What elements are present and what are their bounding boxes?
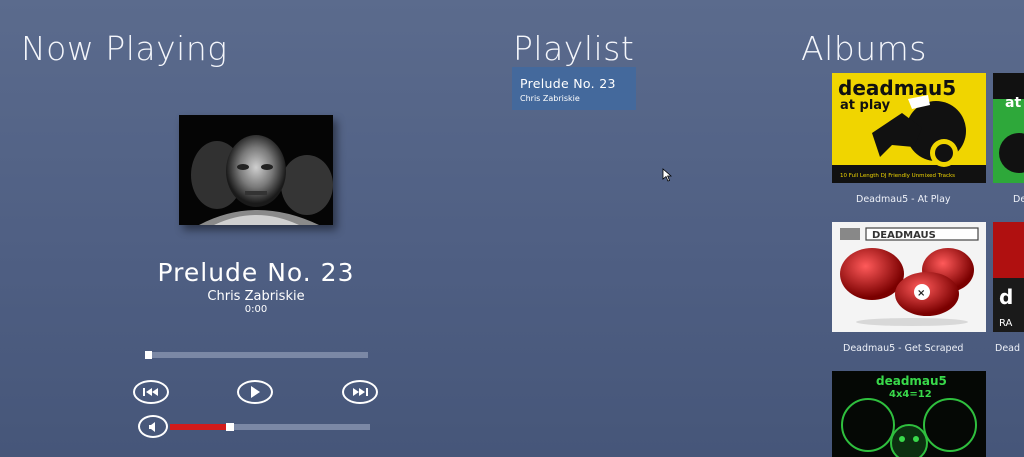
now-playing-heading: Now Playing — [21, 29, 228, 68]
skip-previous-icon — [143, 388, 158, 396]
now-playing-artist: Chris Zabriskie — [207, 289, 305, 304]
album-cover-4x4-12: deadmau5 4x4=12 — [832, 371, 986, 457]
album-tile-deadmau5-4x4-12[interactable]: deadmau5 4x4=12 — [832, 371, 986, 457]
svg-text:d: d — [999, 285, 1013, 309]
svg-text:×: × — [917, 288, 925, 299]
album-tile-partial[interactable]: at — [993, 73, 1024, 183]
album-cover-get-scraped: DEADMAUS × — [832, 222, 986, 332]
album-cover-partial: at — [993, 73, 1024, 183]
previous-track-button[interactable] — [133, 380, 169, 404]
svg-text:deadmau5: deadmau5 — [876, 374, 947, 388]
volume-button[interactable] — [138, 415, 168, 438]
volume-handle[interactable] — [226, 423, 234, 431]
play-icon — [251, 386, 260, 398]
album-cover-at-play: deadmau5 at play 10 Full Length DJ Frien… — [832, 73, 986, 183]
play-button[interactable] — [237, 380, 273, 404]
svg-text:10 Full Length DJ Friendly Unm: 10 Full Length DJ Friendly Unmixed Track… — [840, 173, 955, 179]
album-tile-deadmau5-at-play[interactable]: deadmau5 at play 10 Full Length DJ Frien… — [832, 73, 986, 183]
volume-slider[interactable] — [170, 423, 370, 431]
albums-heading: Albums — [801, 29, 927, 68]
now-playing-track-title: Prelude No. 23 — [157, 258, 355, 287]
playlist-item-title: Prelude No. 23 — [520, 76, 616, 91]
skip-next-icon — [353, 388, 368, 396]
volume-icon — [149, 421, 155, 432]
album-label: Deadmau5 - Get Scraped — [843, 343, 964, 354]
seek-bar[interactable] — [145, 351, 368, 359]
playlist-item[interactable]: Prelude No. 23 Chris Zabriskie — [512, 67, 636, 110]
seek-handle[interactable] — [145, 351, 152, 359]
svg-text:RA: RA — [999, 318, 1013, 329]
album-label: Dead — [995, 343, 1021, 354]
mouse-cursor-icon — [662, 168, 672, 182]
svg-text:at play: at play — [840, 98, 891, 113]
playlist-item-artist: Chris Zabriskie — [520, 94, 580, 103]
svg-text:at: at — [1005, 95, 1021, 111]
album-tile-partial-red[interactable]: d RA — [993, 222, 1024, 332]
album-tile-deadmau5-get-scraped[interactable]: DEADMAUS × — [832, 222, 986, 332]
album-cover-partial-red: d RA — [993, 222, 1024, 332]
svg-text:4x4=12: 4x4=12 — [889, 389, 932, 400]
album-label: Deadmau5 - At Play — [856, 194, 951, 205]
playlist-heading: Playlist — [513, 29, 635, 68]
volume-level-fill — [170, 424, 230, 430]
now-playing-album-art — [179, 115, 333, 225]
svg-text:DEADMAUS: DEADMAUS — [872, 230, 936, 241]
album-label: De — [1013, 194, 1024, 205]
svg-text:deadmau5: deadmau5 — [838, 76, 956, 100]
now-playing-time: 0:00 — [244, 304, 268, 315]
next-track-button[interactable] — [342, 380, 378, 404]
